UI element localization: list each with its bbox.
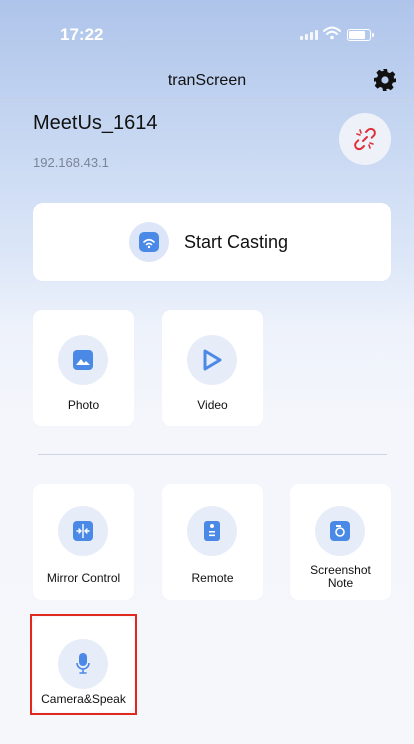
settings-gear-icon[interactable] bbox=[373, 68, 397, 92]
start-casting-label: Start Casting bbox=[184, 232, 289, 252]
status-time: 17:22 bbox=[60, 25, 104, 44]
photo-label: Photo bbox=[67, 398, 100, 412]
navigation-bar: tranScreen bbox=[0, 60, 414, 100]
screenshot-note-tile[interactable]: Screenshot Note bbox=[290, 484, 391, 600]
wifi-icon bbox=[323, 26, 341, 40]
status-bar: 17:22 bbox=[0, 0, 414, 60]
video-play-icon bbox=[187, 335, 237, 385]
battery-icon bbox=[347, 29, 374, 41]
video-tile[interactable]: Video bbox=[162, 310, 263, 426]
page-title: tranScreen bbox=[167, 72, 247, 89]
photo-tile[interactable]: Photo bbox=[33, 310, 134, 426]
section-divider bbox=[38, 454, 387, 455]
camera-speak-label: Camera&Speak bbox=[41, 692, 126, 706]
mirror-control-label: Mirror Control bbox=[46, 571, 121, 585]
signal-icon bbox=[300, 30, 320, 40]
microphone-icon bbox=[58, 639, 108, 689]
cast-icon bbox=[129, 222, 169, 262]
remote-tile[interactable]: Remote bbox=[162, 484, 263, 600]
broken-link-icon bbox=[354, 127, 376, 151]
video-label: Video bbox=[197, 398, 228, 412]
camera-icon bbox=[315, 506, 365, 556]
mirror-control-icon bbox=[58, 506, 108, 556]
header-divider bbox=[0, 100, 414, 101]
camera-speak-tile[interactable]: Camera&Speak bbox=[33, 617, 134, 712]
photo-icon bbox=[58, 335, 108, 385]
mirror-control-tile[interactable]: Mirror Control bbox=[33, 484, 134, 600]
remote-icon bbox=[187, 506, 237, 556]
device-ip: 192.168.43.1 bbox=[33, 155, 109, 170]
start-casting-button[interactable]: Start Casting bbox=[33, 203, 391, 281]
disconnect-button[interactable] bbox=[339, 113, 391, 165]
device-name: MeetUs_1614 bbox=[33, 112, 158, 134]
remote-label: Remote bbox=[191, 571, 234, 585]
screenshot-note-label: Screenshot Note bbox=[310, 563, 371, 590]
